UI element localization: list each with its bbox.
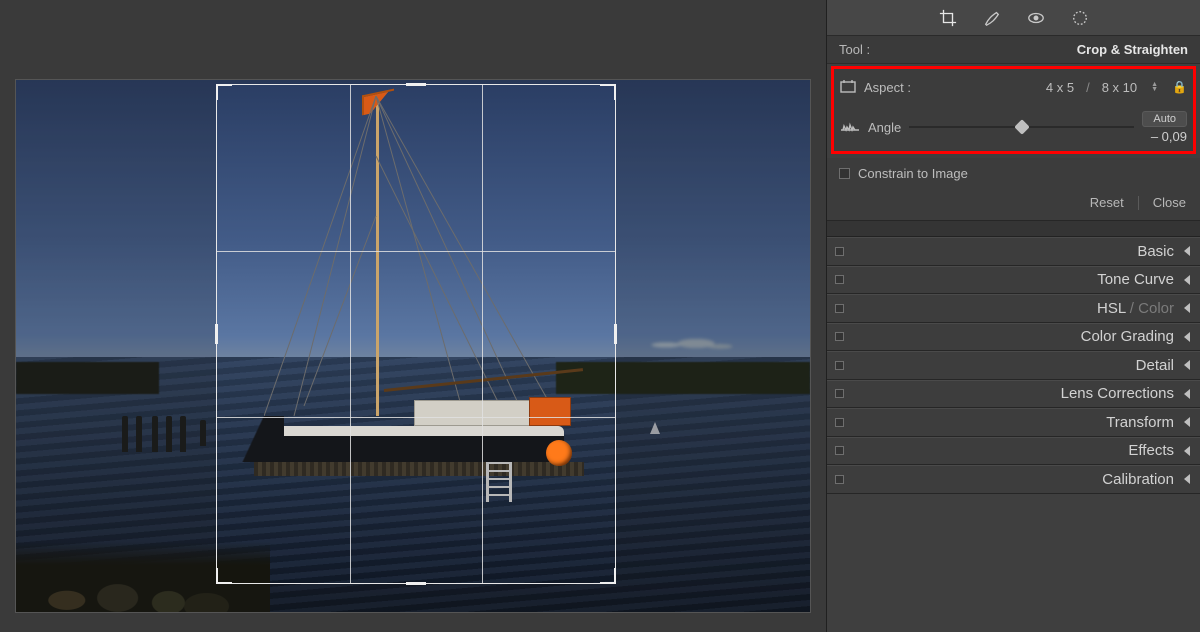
crop-handle-right[interactable] bbox=[614, 324, 617, 344]
tool-header-label: Tool : bbox=[839, 42, 870, 57]
angle-auto-button[interactable]: Auto bbox=[1142, 111, 1187, 127]
crop-grid-line bbox=[217, 251, 615, 252]
section-title: Effects bbox=[1128, 442, 1174, 459]
photo-preview[interactable] bbox=[15, 79, 811, 613]
section-title: HSL / Color bbox=[1097, 300, 1174, 317]
section-detail[interactable]: Detail bbox=[827, 351, 1200, 380]
section-title-sep: / bbox=[1126, 300, 1139, 317]
section-title: Detail bbox=[1136, 357, 1174, 374]
photo-piling bbox=[200, 420, 206, 446]
photo-piling bbox=[166, 416, 172, 452]
crop-handle-left[interactable] bbox=[215, 324, 218, 344]
photo-distant-sailboat bbox=[650, 422, 660, 434]
close-button[interactable]: Close bbox=[1153, 195, 1186, 210]
section-toggle[interactable] bbox=[835, 361, 844, 370]
section-title-color: Color bbox=[1138, 300, 1174, 317]
crop-overlay[interactable] bbox=[216, 84, 616, 584]
section-effects[interactable]: Effects bbox=[827, 437, 1200, 466]
section-title: Transform bbox=[1106, 414, 1174, 431]
section-lens-corrections[interactable]: Lens Corrections bbox=[827, 380, 1200, 409]
tool-header: Tool : Crop & Straighten bbox=[827, 36, 1200, 64]
section-tone-curve[interactable]: Tone Curve bbox=[827, 266, 1200, 295]
constrain-row[interactable]: Constrain to Image bbox=[827, 158, 1200, 189]
crop-grid-line bbox=[482, 85, 483, 583]
crop-handle-bl[interactable] bbox=[216, 568, 232, 584]
section-title-hsl: HSL bbox=[1097, 300, 1126, 317]
photo-piling bbox=[152, 416, 158, 452]
tool-footer: Reset Close bbox=[827, 189, 1200, 221]
section-hsl-color[interactable]: HSL / Color bbox=[827, 294, 1200, 323]
aspect-icon bbox=[840, 79, 856, 96]
panel-gap bbox=[827, 221, 1200, 237]
reset-button[interactable]: Reset bbox=[1090, 195, 1124, 210]
angle-slider[interactable] bbox=[909, 119, 1134, 135]
develop-panel: Tool : Crop & Straighten Aspect : 4 x 5 … bbox=[826, 0, 1200, 632]
constrain-label: Constrain to Image bbox=[858, 166, 968, 181]
crop-grid-line bbox=[217, 417, 615, 418]
develop-sections: Basic Tone Curve HSL / Color Color Gradi… bbox=[827, 237, 1200, 632]
image-canvas[interactable] bbox=[0, 0, 826, 632]
section-color-grading[interactable]: Color Grading bbox=[827, 323, 1200, 352]
photo-piling bbox=[122, 416, 128, 452]
angle-row: Angle Auto – 0,09 bbox=[840, 113, 1187, 141]
redeye-tool-icon[interactable] bbox=[1027, 9, 1045, 27]
section-basic[interactable]: Basic bbox=[827, 237, 1200, 266]
radial-filter-icon[interactable] bbox=[1071, 9, 1089, 27]
chevron-left-icon bbox=[1184, 446, 1190, 456]
crop-handle-tr[interactable] bbox=[600, 84, 616, 100]
section-transform[interactable]: Transform bbox=[827, 408, 1200, 437]
section-toggle[interactable] bbox=[835, 304, 844, 313]
crop-handle-tl[interactable] bbox=[216, 84, 232, 100]
section-title: Color Grading bbox=[1081, 328, 1174, 345]
footer-divider bbox=[1138, 196, 1139, 210]
angle-icon bbox=[840, 119, 860, 136]
chevron-left-icon bbox=[1184, 389, 1190, 399]
aspect-label: Aspect : bbox=[864, 80, 911, 95]
angle-value[interactable]: – 0,09 bbox=[1143, 129, 1187, 144]
section-title: Lens Corrections bbox=[1061, 385, 1174, 402]
chevron-left-icon bbox=[1184, 360, 1190, 370]
section-toggle[interactable] bbox=[835, 475, 844, 484]
section-title: Calibration bbox=[1102, 471, 1174, 488]
crop-settings-highlight: Aspect : 4 x 5 / 8 x 10 ▲▼ 🔒 Angle bbox=[831, 66, 1196, 154]
chevron-left-icon bbox=[1184, 303, 1190, 313]
angle-label: Angle bbox=[868, 120, 901, 135]
section-title: Tone Curve bbox=[1097, 271, 1174, 288]
chevron-left-icon bbox=[1184, 275, 1190, 285]
section-toggle[interactable] bbox=[835, 332, 844, 341]
angle-slider-thumb[interactable] bbox=[1014, 119, 1030, 135]
aspect-lock-icon[interactable]: 🔒 bbox=[1172, 80, 1187, 94]
chevron-left-icon bbox=[1184, 417, 1190, 427]
section-toggle[interactable] bbox=[835, 446, 844, 455]
section-toggle[interactable] bbox=[835, 275, 844, 284]
aspect-value-b[interactable]: 8 x 10 bbox=[1102, 80, 1137, 95]
chevron-left-icon bbox=[1184, 332, 1190, 342]
crop-handle-bottom[interactable] bbox=[406, 582, 426, 585]
aspect-row: Aspect : 4 x 5 / 8 x 10 ▲▼ 🔒 bbox=[840, 73, 1187, 101]
tool-header-name: Crop & Straighten bbox=[1077, 42, 1188, 57]
tool-strip bbox=[827, 0, 1200, 36]
photo-piling bbox=[136, 416, 142, 452]
crop-handle-br[interactable] bbox=[600, 568, 616, 584]
aspect-separator: / bbox=[1086, 80, 1090, 95]
chevron-left-icon bbox=[1184, 474, 1190, 484]
aspect-value-a[interactable]: 4 x 5 bbox=[1046, 80, 1074, 95]
photo-piling bbox=[180, 416, 186, 452]
photo-cloud bbox=[630, 330, 750, 360]
section-toggle[interactable] bbox=[835, 247, 844, 256]
chevron-left-icon bbox=[1184, 246, 1190, 256]
section-calibration[interactable]: Calibration bbox=[827, 465, 1200, 494]
section-toggle[interactable] bbox=[835, 418, 844, 427]
healing-tool-icon[interactable] bbox=[983, 9, 1001, 27]
crop-tool-icon[interactable] bbox=[939, 9, 957, 27]
section-toggle[interactable] bbox=[835, 389, 844, 398]
crop-handle-top[interactable] bbox=[406, 83, 426, 86]
aspect-stepper[interactable]: ▲▼ bbox=[1151, 82, 1158, 92]
section-title: Basic bbox=[1137, 243, 1174, 260]
crop-grid-line bbox=[350, 85, 351, 583]
constrain-checkbox[interactable] bbox=[839, 168, 850, 179]
